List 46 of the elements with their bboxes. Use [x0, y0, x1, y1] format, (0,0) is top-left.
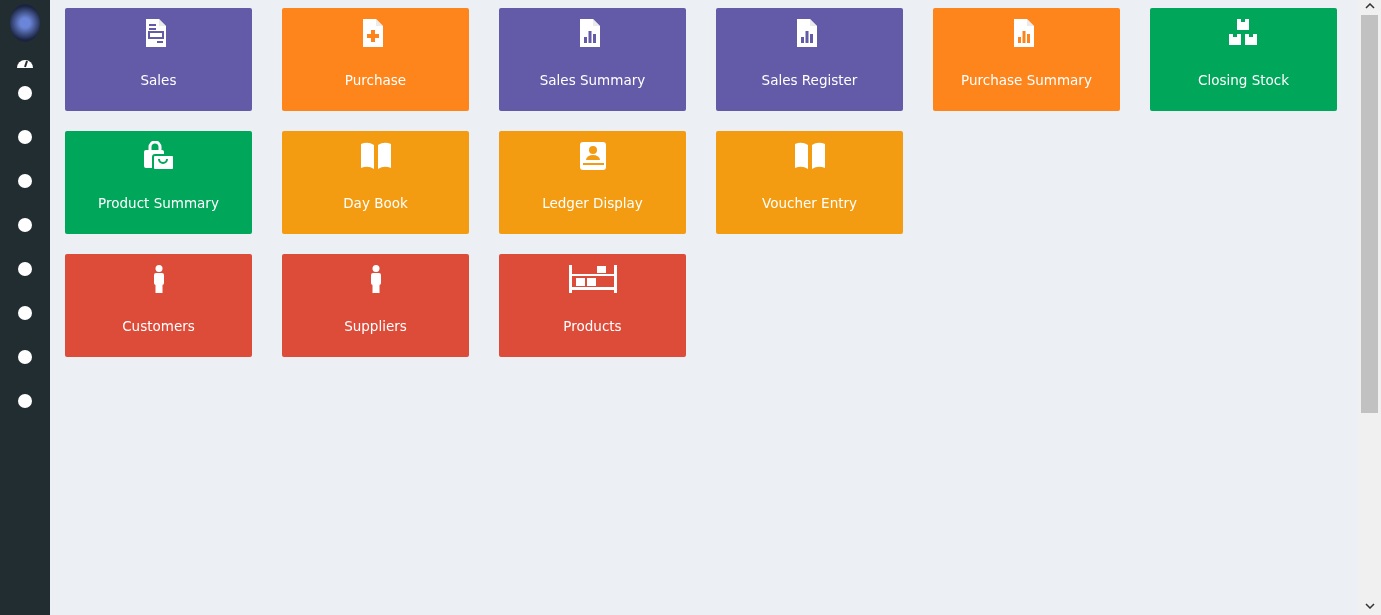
menu-dot-icon[interactable] — [18, 130, 32, 144]
tile-label: Products — [563, 318, 622, 334]
menu-tile[interactable]: Closing Stock — [1150, 8, 1337, 111]
tile-label: Closing Stock — [1198, 72, 1289, 88]
tile-label: Voucher Entry — [761, 195, 858, 211]
tile-label: Suppliers — [344, 318, 407, 334]
open-book-icon — [794, 141, 825, 171]
menu-tile[interactable]: Day Book — [282, 131, 469, 234]
menu-tile[interactable]: Ledger Display — [499, 131, 686, 234]
person-icon — [370, 264, 381, 294]
menu-tile[interactable]: Sales Register — [716, 8, 903, 111]
menu-dot-icon[interactable] — [18, 174, 32, 188]
scroll-down-icon[interactable] — [1364, 603, 1375, 609]
menu-tile[interactable]: Sales — [65, 8, 252, 111]
tile-label: Sales Register — [761, 72, 858, 88]
menu-dot-icon[interactable] — [18, 350, 32, 364]
scrollbar-thumb[interactable] — [1361, 15, 1378, 413]
menu-tile[interactable]: Sales Summary — [499, 8, 686, 111]
open-book-icon — [360, 141, 391, 171]
menu-tile[interactable]: Voucher Entry — [716, 131, 903, 234]
tile-label: Purchase — [344, 72, 407, 88]
tile-label: Sales Summary — [539, 72, 646, 88]
contact-book-icon — [577, 141, 608, 171]
person-icon — [153, 264, 164, 294]
menu-tile[interactable]: Purchase Summary — [933, 8, 1120, 111]
tile-label: Product Summary — [98, 195, 219, 211]
tile-label: Sales — [140, 72, 177, 88]
menu-tile[interactable]: Products — [499, 254, 686, 357]
menu-dot-icon[interactable] — [18, 262, 32, 276]
tile-label: Ledger Display — [542, 195, 643, 211]
menu-tile[interactable]: Purchase — [282, 8, 469, 111]
menu-tile[interactable]: Customers — [65, 254, 252, 357]
menu-tile[interactable]: Product Summary — [65, 131, 252, 234]
scroll-up-icon[interactable] — [1364, 3, 1375, 9]
menu-dot-icon[interactable] — [18, 218, 32, 232]
menu-dot-icon[interactable] — [18, 86, 32, 100]
bags-icon — [143, 141, 174, 171]
tile-label: Purchase Summary — [961, 72, 1092, 88]
shelf-icon — [568, 264, 617, 294]
tile-label: Day Book — [343, 195, 408, 211]
menu-dot-icon[interactable] — [18, 306, 32, 320]
menu-dot-icon[interactable] — [18, 394, 32, 408]
boxes-icon — [1228, 18, 1259, 48]
menu-tile[interactable]: Suppliers — [282, 254, 469, 357]
tile-label: Customers — [122, 318, 195, 334]
logo-icon[interactable] — [10, 4, 40, 42]
